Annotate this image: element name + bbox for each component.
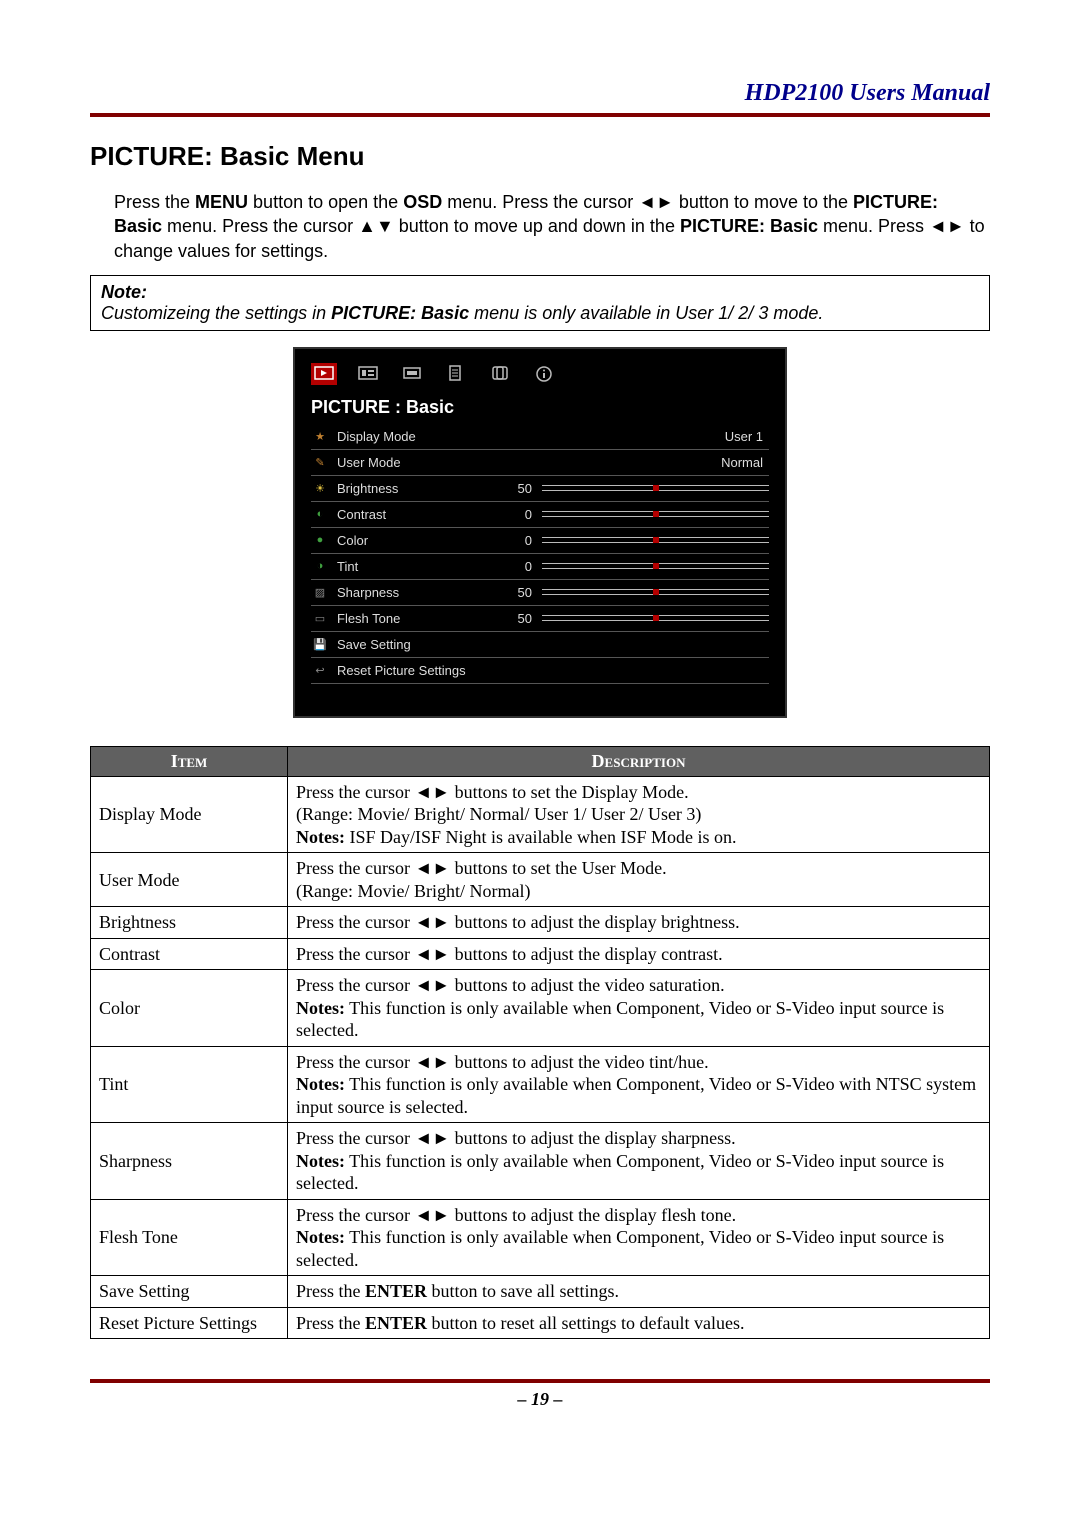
tint-icon: ◑ [311, 559, 329, 573]
osd-row-display-mode[interactable]: ★ Display ModeUser 1 [305, 426, 775, 447]
table-row: Display ModePress the cursor ◄► buttons … [91, 776, 990, 853]
osd-row-user-mode[interactable]: ✎ User ModeNormal [305, 452, 775, 473]
description-table: Item Description Display ModePress the c… [90, 746, 990, 1340]
table-cell-item: Flesh Tone [91, 1199, 288, 1276]
osd-slider[interactable] [542, 614, 769, 622]
table-row: TintPress the cursor ◄► buttons to adjus… [91, 1046, 990, 1123]
flesh-tone-icon: ▭ [311, 611, 329, 625]
osd-value: Normal [492, 455, 769, 470]
top-rule [90, 113, 990, 117]
table-row: Save SettingPress the ENTER button to sa… [91, 1276, 990, 1308]
save-icon: 💾 [311, 637, 329, 651]
table-cell-item: Color [91, 970, 288, 1047]
osd-value: 0 [492, 533, 542, 548]
note-body: Customizeing the settings in PICTURE: Ba… [101, 303, 823, 323]
osd-value: 0 [492, 507, 542, 522]
sharpness-icon: ▨ [311, 585, 329, 599]
section-title: PICTURE: Basic Menu [90, 141, 990, 172]
table-row: Flesh TonePress the cursor ◄► buttons to… [91, 1199, 990, 1276]
table-cell-desc: Press the cursor ◄► buttons to adjust th… [288, 1046, 990, 1123]
osd-label: Sharpness [337, 585, 492, 600]
table-row: ColorPress the cursor ◄► buttons to adju… [91, 970, 990, 1047]
osd-row-color[interactable]: ● Color0 [305, 530, 775, 551]
reset-icon: ↩ [311, 663, 329, 677]
table-cell-desc: Press the cursor ◄► buttons to adjust th… [288, 1123, 990, 1200]
osd-label: Save Setting [337, 637, 492, 652]
note-head: Note: [101, 282, 147, 302]
osd-tab-option[interactable] [487, 363, 513, 385]
section-intro: Press the MENU button to open the OSD me… [114, 190, 990, 263]
osd-tab-picture-adv[interactable] [355, 363, 381, 385]
table-cell-item: User Mode [91, 853, 288, 907]
table-cell-desc: Press the cursor ◄► buttons to set the U… [288, 853, 990, 907]
table-header-item: Item [91, 746, 288, 776]
manual-title: HDP2100 Users Manual [90, 80, 990, 107]
osd-slider[interactable] [542, 562, 769, 570]
table-cell-desc: Press the cursor ◄► buttons to adjust th… [288, 907, 990, 939]
osd-row-contrast[interactable]: ◐ Contrast0 [305, 504, 775, 525]
osd-row-tint[interactable]: ◑ Tint0 [305, 556, 775, 577]
osd-slider[interactable] [542, 588, 769, 596]
table-cell-desc: Press the cursor ◄► buttons to adjust th… [288, 970, 990, 1047]
osd-row-flesh-tone[interactable]: ▭ Flesh Tone50 [305, 608, 775, 629]
table-header-desc: Description [288, 746, 990, 776]
osd-label: Color [337, 533, 492, 548]
osd-label: Flesh Tone [337, 611, 492, 626]
table-cell-item: Sharpness [91, 1123, 288, 1200]
display-mode-icon: ★ [311, 429, 329, 443]
table-row: User ModePress the cursor ◄► buttons to … [91, 853, 990, 907]
osd-row-brightness[interactable]: ☀ Brightness50 [305, 478, 775, 499]
osd-tab-display[interactable] [399, 363, 425, 385]
osd-tab-picture[interactable] [311, 363, 337, 385]
osd-slider[interactable] [542, 484, 769, 492]
osd-label: Display Mode [337, 429, 492, 444]
color-icon: ● [311, 533, 329, 547]
osd-label: Contrast [337, 507, 492, 522]
osd-row-reset-picture-settings[interactable]: ↩ Reset Picture Settings [305, 660, 775, 681]
osd-row-sharpness[interactable]: ▨ Sharpness50 [305, 582, 775, 603]
page-number: – 19 – [90, 1389, 990, 1410]
osd-label: User Mode [337, 455, 492, 470]
table-cell-desc: Press the cursor ◄► buttons to set the D… [288, 776, 990, 853]
table-cell-item: Brightness [91, 907, 288, 939]
osd-slider[interactable] [542, 510, 769, 518]
osd-label: Brightness [337, 481, 492, 496]
table-cell-item: Reset Picture Settings [91, 1307, 288, 1339]
table-cell-desc: Press the cursor ◄► buttons to adjust th… [288, 1199, 990, 1276]
osd-label: Reset Picture Settings [337, 663, 492, 678]
table-row: Reset Picture SettingsPress the ENTER bu… [91, 1307, 990, 1339]
osd-row-save-setting[interactable]: 💾 Save Setting [305, 634, 775, 655]
bottom-rule [90, 1379, 990, 1383]
osd-tab-setup[interactable] [443, 363, 469, 385]
note-box: Note: Customizeing the settings in PICTU… [90, 275, 990, 331]
contrast-icon: ◐ [311, 507, 329, 521]
table-cell-desc: Press the cursor ◄► buttons to adjust th… [288, 938, 990, 970]
table-row: ContrastPress the cursor ◄► buttons to a… [91, 938, 990, 970]
osd-slider[interactable] [542, 536, 769, 544]
osd-label: Tint [337, 559, 492, 574]
osd-value: 50 [492, 481, 542, 496]
brightness-icon: ☀ [311, 481, 329, 495]
osd-value: 50 [492, 585, 542, 600]
table-row: SharpnessPress the cursor ◄► buttons to … [91, 1123, 990, 1200]
osd-value: 0 [492, 559, 542, 574]
table-cell-item: Contrast [91, 938, 288, 970]
table-cell-item: Save Setting [91, 1276, 288, 1308]
table-row: BrightnessPress the cursor ◄► buttons to… [91, 907, 990, 939]
osd-value: User 1 [492, 429, 769, 444]
table-cell-desc: Press the ENTER button to reset all sett… [288, 1307, 990, 1339]
table-cell-item: Display Mode [91, 776, 288, 853]
osd-screenshot: PICTURE : Basic ★ Display ModeUser 1 ✎ User… [293, 347, 787, 718]
table-cell-item: Tint [91, 1046, 288, 1123]
osd-value: 50 [492, 611, 542, 626]
table-cell-desc: Press the ENTER button to save all setti… [288, 1276, 990, 1308]
osd-tab-info[interactable] [531, 363, 557, 385]
osd-tab-bar [305, 359, 775, 393]
user-mode-icon: ✎ [311, 455, 329, 469]
osd-title: PICTURE : Basic [305, 393, 775, 426]
